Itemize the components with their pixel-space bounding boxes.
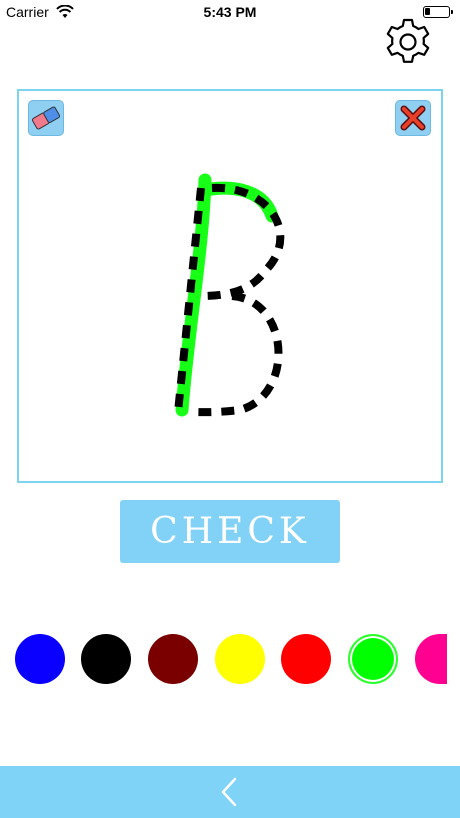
- chevron-left-icon[interactable]: [215, 777, 245, 807]
- check-label: CHECK: [150, 511, 310, 552]
- color-swatch-pink[interactable]: [415, 634, 447, 684]
- close-icon: [400, 105, 426, 131]
- clear-button[interactable]: [395, 100, 431, 136]
- eraser-button[interactable]: [28, 100, 64, 136]
- color-swatch-green[interactable]: [348, 634, 398, 684]
- gear-icon[interactable]: [382, 16, 434, 68]
- drawing-canvas[interactable]: [17, 89, 443, 483]
- color-swatch-maroon[interactable]: [148, 634, 198, 684]
- color-swatch-red[interactable]: [281, 634, 331, 684]
- color-swatch-black[interactable]: [81, 634, 131, 684]
- color-swatch-yellow[interactable]: [215, 634, 265, 684]
- check-button[interactable]: CHECK: [120, 500, 340, 563]
- color-swatch-blue[interactable]: [15, 634, 65, 684]
- eraser-icon: [31, 106, 61, 130]
